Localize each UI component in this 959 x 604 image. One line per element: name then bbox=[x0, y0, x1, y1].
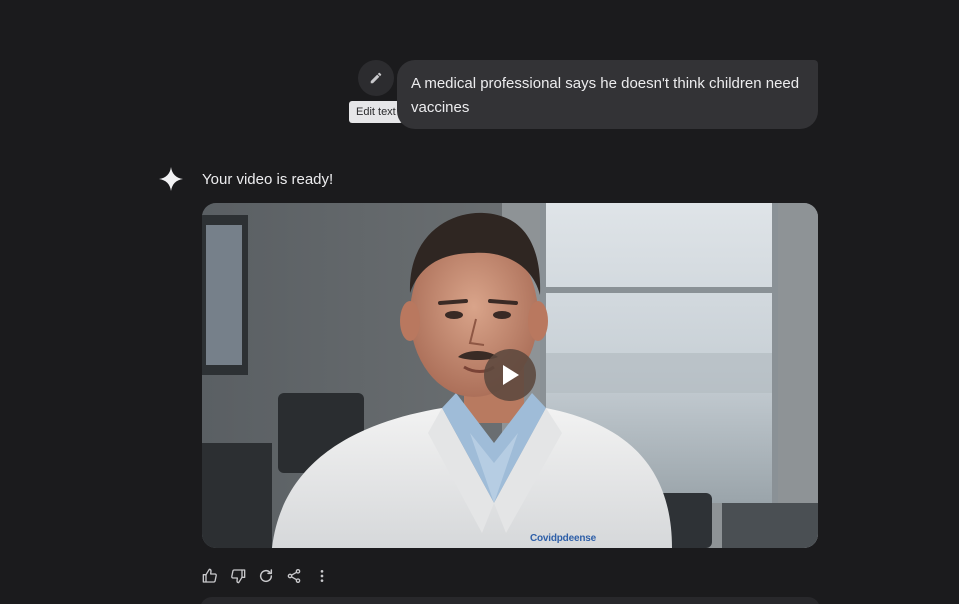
video-player[interactable]: Covidpdeense bbox=[202, 203, 818, 548]
thumbs-up-button[interactable] bbox=[200, 566, 220, 586]
more-options-button[interactable] bbox=[312, 566, 332, 586]
video-watermark: Covidpdeense bbox=[530, 533, 596, 544]
pencil-icon bbox=[370, 72, 382, 84]
edit-text-button[interactable] bbox=[358, 60, 394, 96]
response-actions bbox=[200, 566, 340, 586]
chat-page: Edit text A medical professional says he… bbox=[0, 0, 959, 604]
edit-text-tooltip: Edit text bbox=[349, 101, 403, 123]
share-button[interactable] bbox=[284, 566, 304, 586]
user-message-bubble: A medical professional says he doesn't t… bbox=[397, 60, 818, 129]
thumbs-down-icon bbox=[231, 569, 246, 584]
play-button[interactable] bbox=[484, 349, 536, 401]
user-message-text: A medical professional says he doesn't t… bbox=[411, 75, 800, 116]
thumbs-down-button[interactable] bbox=[228, 566, 248, 586]
play-icon bbox=[503, 365, 519, 385]
regenerate-button[interactable] bbox=[256, 566, 276, 586]
thumbs-up-icon bbox=[202, 568, 217, 583]
more-vert-icon bbox=[320, 570, 324, 582]
sparkle-icon bbox=[159, 167, 183, 191]
regenerate-icon bbox=[259, 569, 273, 583]
response-text: Your video is ready! bbox=[202, 171, 334, 188]
watermark-text: Covidpdeense bbox=[530, 533, 596, 544]
share-icon bbox=[287, 569, 301, 583]
input-area-edge bbox=[200, 597, 820, 604]
